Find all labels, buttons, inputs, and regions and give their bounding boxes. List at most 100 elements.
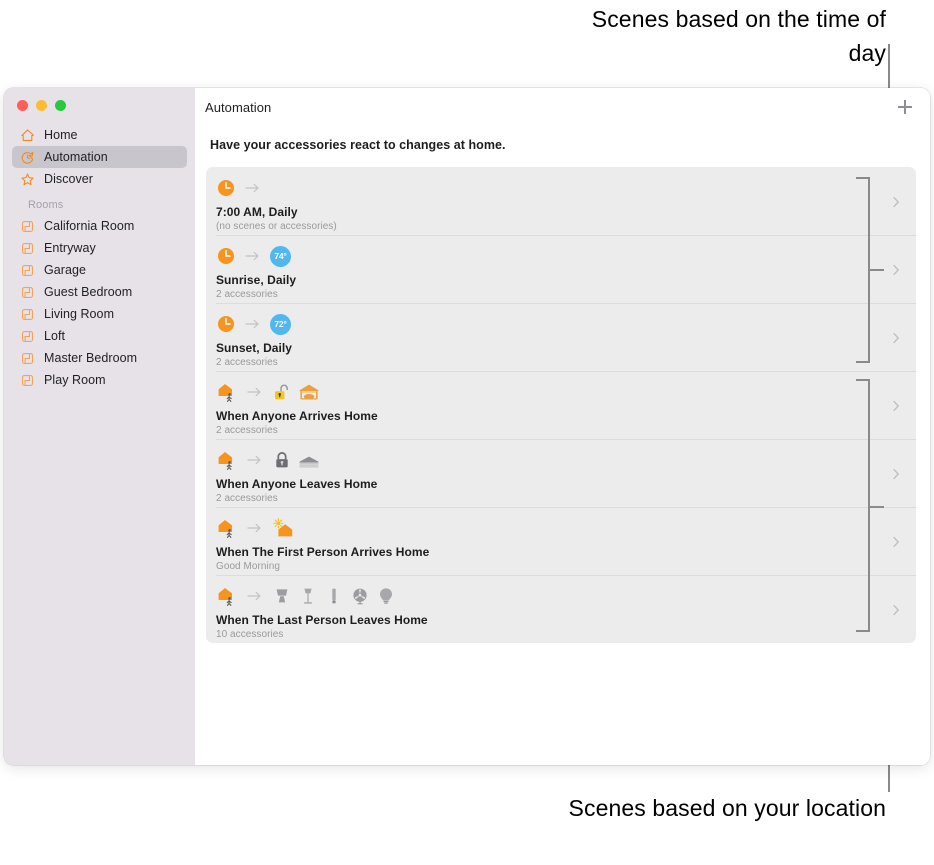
chevron-right-icon[interactable] <box>892 331 900 344</box>
minimize-button[interactable] <box>36 100 47 111</box>
bracket-time-of-day <box>856 177 870 363</box>
row-icon-group <box>216 371 916 405</box>
main-content: Automation Have your accessories react t… <box>195 88 930 765</box>
arrow-icon <box>246 588 264 604</box>
page-title: Automation <box>205 99 272 115</box>
sidebar-item-loft-label: Loft <box>44 329 66 343</box>
automation-title: Sunset, Daily <box>216 341 293 355</box>
room-icon <box>20 285 35 300</box>
row-icon-group <box>216 575 916 609</box>
sidebar-item-loft[interactable]: Loft <box>12 325 187 347</box>
person-arrives-home-icon <box>216 381 238 403</box>
close-button[interactable] <box>17 100 28 111</box>
person-leaves-home-icon <box>216 585 238 607</box>
chevron-right-icon[interactable] <box>892 603 900 616</box>
automation-title: 7:00 AM, Daily <box>216 205 298 219</box>
chevron-right-icon[interactable] <box>892 195 900 208</box>
floor-lamp-icon <box>298 586 318 606</box>
sidebar-item-california-room[interactable]: California Room <box>12 215 187 237</box>
sidebar-item-master-bedroom-label: Master Bedroom <box>44 351 138 365</box>
chevron-right-icon[interactable] <box>892 399 900 412</box>
sidebar-section-rooms: Rooms <box>28 199 64 211</box>
automation-row[interactable]: When The First Person Arrives Home Good … <box>206 507 916 575</box>
room-icon <box>20 329 35 344</box>
automation-row[interactable]: When Anyone Leaves Home 2 accessories <box>206 439 916 507</box>
row-icon-group: 72° <box>216 303 916 337</box>
sidebar-item-home[interactable]: Home <box>12 124 187 146</box>
callout-time-of-day: Scenes based on the time of day <box>591 6 886 66</box>
sidebar-item-play-room-label: Play Room <box>44 373 106 387</box>
sidebar: Home Automation Discover Rooms Californi… <box>4 88 195 765</box>
zoom-button[interactable] <box>55 100 66 111</box>
sidebar-item-automation-label: Automation <box>44 150 108 164</box>
automation-subtitle: 2 accessories <box>216 425 278 436</box>
automation-title: When Anyone Leaves Home <box>216 477 378 491</box>
sidebar-item-master-bedroom[interactable]: Master Bedroom <box>12 347 187 369</box>
sidebar-item-garage-label: Garage <box>44 263 86 277</box>
bracket-tick-location <box>870 506 884 508</box>
automation-subtitle: 10 accessories <box>216 629 284 640</box>
row-icon-group <box>216 167 916 201</box>
sidebar-item-home-label: Home <box>44 128 78 142</box>
room-icon <box>20 307 35 322</box>
sidebar-item-discover-label: Discover <box>44 172 94 186</box>
automation-row[interactable]: 72° Sunset, Daily 2 accessories <box>206 303 916 371</box>
automation-row[interactable]: 7:00 AM, Daily (no scenes or accessories… <box>206 167 916 235</box>
automation-row[interactable]: When Anyone Arrives Home 2 accessories <box>206 371 916 439</box>
sidebar-item-living-room[interactable]: Living Room <box>12 303 187 325</box>
room-icon <box>20 263 35 278</box>
scene-good-morning-icon <box>272 517 294 539</box>
room-icon <box>20 373 35 388</box>
star-icon <box>20 172 35 187</box>
toolbar: Automation <box>195 88 930 126</box>
clock-icon <box>216 178 236 198</box>
arrow-icon <box>244 180 262 196</box>
clock-icon <box>216 246 236 266</box>
automation-title: When The First Person Arrives Home <box>216 545 430 559</box>
row-icon-group <box>216 507 916 541</box>
person-arrives-home-icon <box>216 517 238 539</box>
chevron-right-icon[interactable] <box>892 263 900 276</box>
add-automation-button[interactable] <box>894 96 916 118</box>
thermostat-badge: 74° <box>270 245 291 267</box>
sidebar-item-garage[interactable]: Garage <box>12 259 187 281</box>
room-icon <box>20 219 35 234</box>
automation-subtitle: 2 accessories <box>216 357 278 368</box>
clock-icon <box>216 314 236 334</box>
subtitle-text: Have your accessories react to changes a… <box>210 138 506 152</box>
sidebar-item-guest-bedroom[interactable]: Guest Bedroom <box>12 281 187 303</box>
sidebar-item-discover[interactable]: Discover <box>12 168 187 190</box>
sidebar-item-automation[interactable]: Automation <box>12 146 187 168</box>
automation-title: When The Last Person Leaves Home <box>216 613 428 627</box>
automation-subtitle: (no scenes or accessories) <box>216 221 337 232</box>
automation-row[interactable]: 74° Sunrise, Daily 2 accessories <box>206 235 916 303</box>
home-app-window: Home Automation Discover Rooms Californi… <box>4 88 930 765</box>
automation-subtitle: Good Morning <box>216 561 280 572</box>
lock-unlocked-icon <box>272 382 292 402</box>
window-controls <box>4 88 195 114</box>
automation-title: Sunrise, Daily <box>216 273 297 287</box>
sidebar-item-entryway[interactable]: Entryway <box>12 237 187 259</box>
room-icon <box>20 241 35 256</box>
arrow-icon <box>244 248 262 264</box>
automation-clock-icon <box>20 150 35 165</box>
person-leaves-home-icon <box>216 449 238 471</box>
automation-title: When Anyone Arrives Home <box>216 409 378 423</box>
automation-row[interactable]: When The Last Person Leaves Home 10 acce… <box>206 575 916 643</box>
bulb-icon <box>376 586 396 606</box>
bracket-tick-time-of-day <box>870 269 884 271</box>
garage-closed-icon <box>298 450 319 470</box>
sidebar-item-entryway-label: Entryway <box>44 241 96 255</box>
sidebar-item-living-room-label: Living Room <box>44 307 115 321</box>
chevron-right-icon[interactable] <box>892 467 900 480</box>
room-icon <box>20 351 35 366</box>
thermostat-badge: 72° <box>270 313 291 335</box>
bracket-location <box>856 379 870 632</box>
chevron-right-icon[interactable] <box>892 535 900 548</box>
automation-subtitle: 2 accessories <box>216 289 278 300</box>
row-icon-group <box>216 439 916 473</box>
arrow-icon <box>246 520 264 536</box>
table-lamp-icon <box>272 586 292 606</box>
arrow-icon <box>246 452 264 468</box>
sidebar-item-play-room[interactable]: Play Room <box>12 369 187 391</box>
